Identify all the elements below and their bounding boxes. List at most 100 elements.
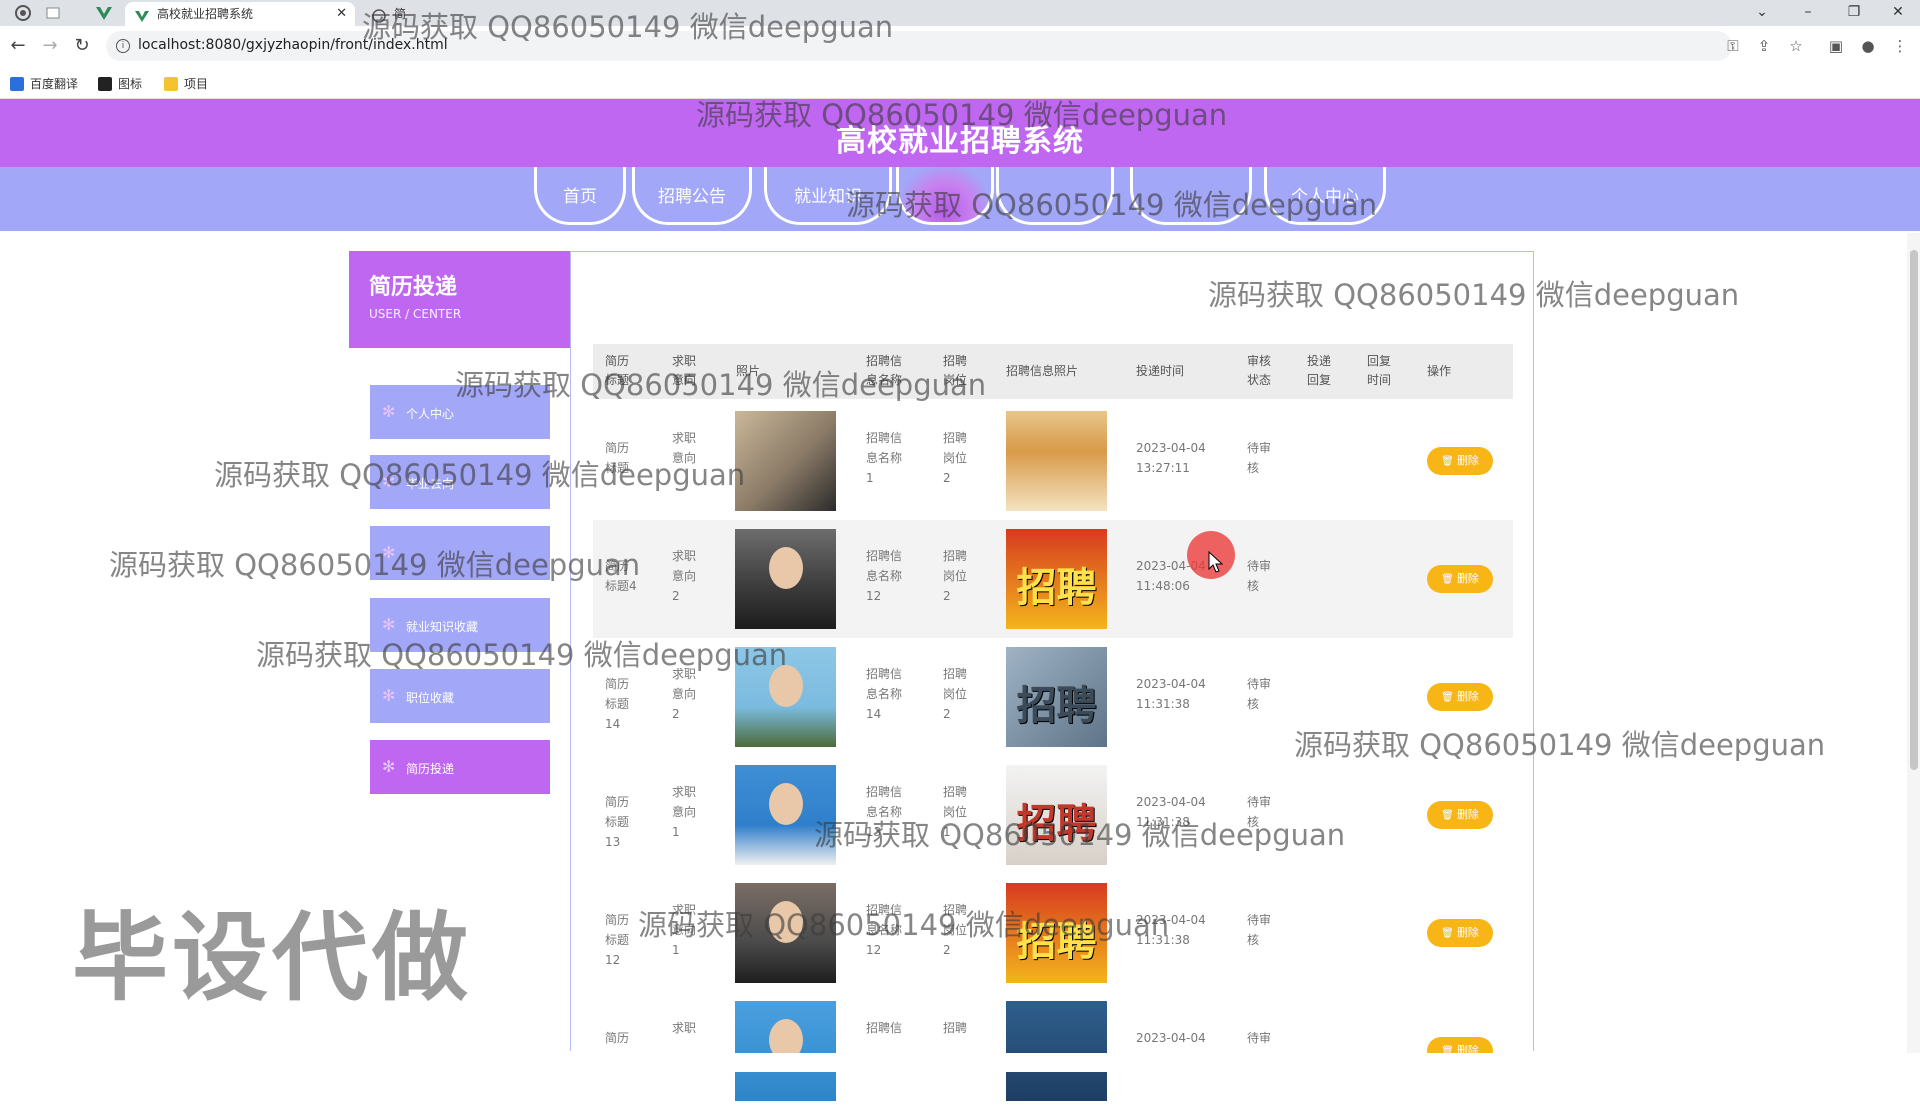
- star-icon: ✻: [382, 686, 396, 705]
- job-poster-photo: [1006, 1001, 1107, 1101]
- cell-status: 待审 核: [1247, 441, 1272, 475]
- star-icon[interactable]: ☆: [1787, 37, 1805, 55]
- close-window-icon[interactable]: ✕: [1876, 0, 1920, 26]
- reload-icon[interactable]: ↻: [70, 34, 94, 58]
- face-shape: [769, 547, 803, 589]
- back-icon[interactable]: ←: [6, 34, 30, 58]
- col-status: 审核 状态: [1247, 354, 1272, 387]
- watermark: 源码获取 QQ86050149 微信deepguan: [455, 368, 987, 402]
- page-bottom: [0, 1053, 1920, 1072]
- trash-icon: 🗑: [1441, 928, 1457, 939]
- chrome-menu-icon[interactable]: [14, 4, 32, 22]
- cell-job-info: 招聘信 息名称 14: [866, 667, 903, 721]
- key-icon[interactable]: ⚿: [1724, 37, 1742, 55]
- sidebar-subtitle: USER / CENTER: [369, 307, 462, 321]
- scrollbar-thumb[interactable]: [1910, 250, 1918, 770]
- table-row: 简历 标题4 求职 意向 2 招聘信 息名称 12 招聘 岗位 2 招聘 2023-04-…: [593, 520, 1513, 638]
- bookmark-translate[interactable]: 百度翻译: [10, 75, 78, 92]
- close-tab-icon[interactable]: ✕: [336, 2, 347, 26]
- delete-label: 删除: [1456, 454, 1479, 467]
- col-action: 操作: [1427, 364, 1452, 378]
- sidebar-item-resume-delivery[interactable]: ✻ 简历投递: [370, 740, 550, 794]
- sidebar-title: 简历投递: [369, 275, 458, 300]
- info-icon[interactable]: i: [116, 39, 130, 53]
- col-job-photo: 招聘信息照片: [1006, 364, 1079, 378]
- face-shape: [769, 783, 803, 825]
- delete-button[interactable]: 🗑 删除: [1427, 683, 1493, 711]
- cell-time: 2023-04-04: [1136, 1031, 1206, 1045]
- delete-button[interactable]: 🗑 删除: [1427, 919, 1493, 947]
- table-row: 简历 求职 招聘信 招聘 2023-04-04 待审 🗑 删除: [593, 992, 1513, 1110]
- cell-intent: 求职: [672, 1021, 697, 1035]
- delete-button[interactable]: 🗑 删除: [1427, 801, 1493, 829]
- star-icon: ✻: [382, 402, 396, 421]
- vue-icon[interactable]: [95, 4, 113, 22]
- cell-post: 招聘 岗位 2: [943, 549, 968, 603]
- chevron-down-icon[interactable]: ⌄: [1740, 0, 1784, 26]
- menu-dots-icon[interactable]: ⋮: [1891, 37, 1909, 55]
- watermark: 源码获取 QQ86050149 微信deepguan: [256, 638, 788, 672]
- cell-intent: 求职 意向 1: [672, 785, 697, 839]
- col-reply: 投递 回复: [1307, 354, 1332, 387]
- watermark: 源码获取 QQ86050149 微信deepguan: [1208, 278, 1740, 312]
- cell-post: 招聘: [943, 1021, 968, 1035]
- delete-button[interactable]: 🗑 删除: [1427, 447, 1493, 475]
- stamp-text: 毕设代做: [72, 902, 472, 1014]
- profile-icon[interactable]: ●: [1859, 37, 1877, 55]
- trash-icon: 🗑: [1441, 456, 1457, 467]
- nav-notices[interactable]: 招聘公告: [632, 167, 752, 225]
- col-reply-time: 回复 时间: [1367, 354, 1392, 387]
- watermark: 源码获取 QQ86050149 微信deepguan: [109, 548, 641, 582]
- url-field[interactable]: i localhost:8080/gxjyzhaopin/front/index…: [106, 31, 1732, 61]
- watermark: 源码获取 QQ86050149 微信deepguan: [638, 908, 1170, 942]
- restore-icon[interactable]: ❐: [1832, 0, 1876, 26]
- nav-home[interactable]: 首页: [534, 167, 626, 225]
- trash-icon: 🗑: [1441, 810, 1457, 821]
- image-icon: [98, 77, 112, 91]
- bookmark-icons[interactable]: 图标: [98, 75, 142, 92]
- job-poster-photo: 招聘: [1006, 647, 1107, 747]
- delete-label: 删除: [1456, 690, 1479, 703]
- sidebar-item-job-fav[interactable]: ✻ 职位收藏: [370, 669, 550, 723]
- forward-icon[interactable]: →: [38, 34, 62, 58]
- cell-resume-title: 简历 标题 12: [605, 913, 630, 967]
- vue-icon: [135, 7, 149, 22]
- watermark: 源码获取 QQ86050149 微信deepguan: [214, 458, 746, 492]
- tab-title: 高校就业招聘系统: [157, 7, 254, 21]
- applicant-photo: [735, 1001, 836, 1101]
- tab-active[interactable]: 高校就业招聘系统 ✕: [125, 2, 355, 26]
- job-poster-photo: 招聘: [1006, 529, 1107, 629]
- cell-resume-title: 简历: [605, 1031, 630, 1045]
- star-icon: ✻: [382, 757, 396, 776]
- delete-button[interactable]: 🗑 删除: [1427, 565, 1493, 593]
- watermark: 源码获取 QQ86050149 微信deepguan: [814, 818, 1346, 852]
- cell-resume-title: 简历 标题 14: [605, 677, 630, 731]
- bookmark-project[interactable]: 项目: [164, 75, 208, 92]
- watermark: 源码获取 QQ86050149 微信deepguan: [362, 10, 894, 44]
- cell-status: 待审 核: [1247, 913, 1272, 947]
- mouse-cursor-icon: [1208, 551, 1224, 573]
- watermark: 源码获取 QQ86050149 微信deepguan: [1294, 728, 1826, 762]
- cell-post: 招聘 岗位 2: [943, 431, 968, 485]
- minimize-icon[interactable]: –: [1786, 0, 1830, 26]
- poster-text: 招聘: [1016, 565, 1097, 611]
- cell-status: 待审 核: [1247, 677, 1272, 711]
- browser-tab-bar: 高校就业招聘系统 ✕ 简 ⌄ – ❐ ✕: [0, 0, 1920, 26]
- watermark: 源码获取 QQ86050149 微信deepguan: [696, 98, 1228, 132]
- delete-label: 删除: [1456, 808, 1479, 821]
- page-icon[interactable]: [44, 4, 62, 22]
- cell-time: 2023-04-04 13:27:11: [1136, 441, 1206, 475]
- translate-icon: [10, 77, 24, 91]
- delete-label: 删除: [1456, 926, 1479, 939]
- sidepanel-icon[interactable]: ▣: [1827, 37, 1845, 55]
- cell-status: 待审 核: [1247, 559, 1272, 593]
- cell-status: 待审: [1247, 1031, 1272, 1045]
- applicant-photo: [735, 411, 836, 511]
- delete-label: 删除: [1456, 572, 1479, 585]
- share-icon[interactable]: ⇪: [1755, 37, 1773, 55]
- cell-job-info: 招聘信: [866, 1021, 903, 1035]
- cell-resume-title: 简历 标题 13: [605, 795, 630, 849]
- col-time: 投递时间: [1136, 364, 1185, 378]
- cell-job-info: 招聘信 息名称 12: [866, 549, 903, 603]
- poster-text: 招聘: [1016, 683, 1097, 729]
